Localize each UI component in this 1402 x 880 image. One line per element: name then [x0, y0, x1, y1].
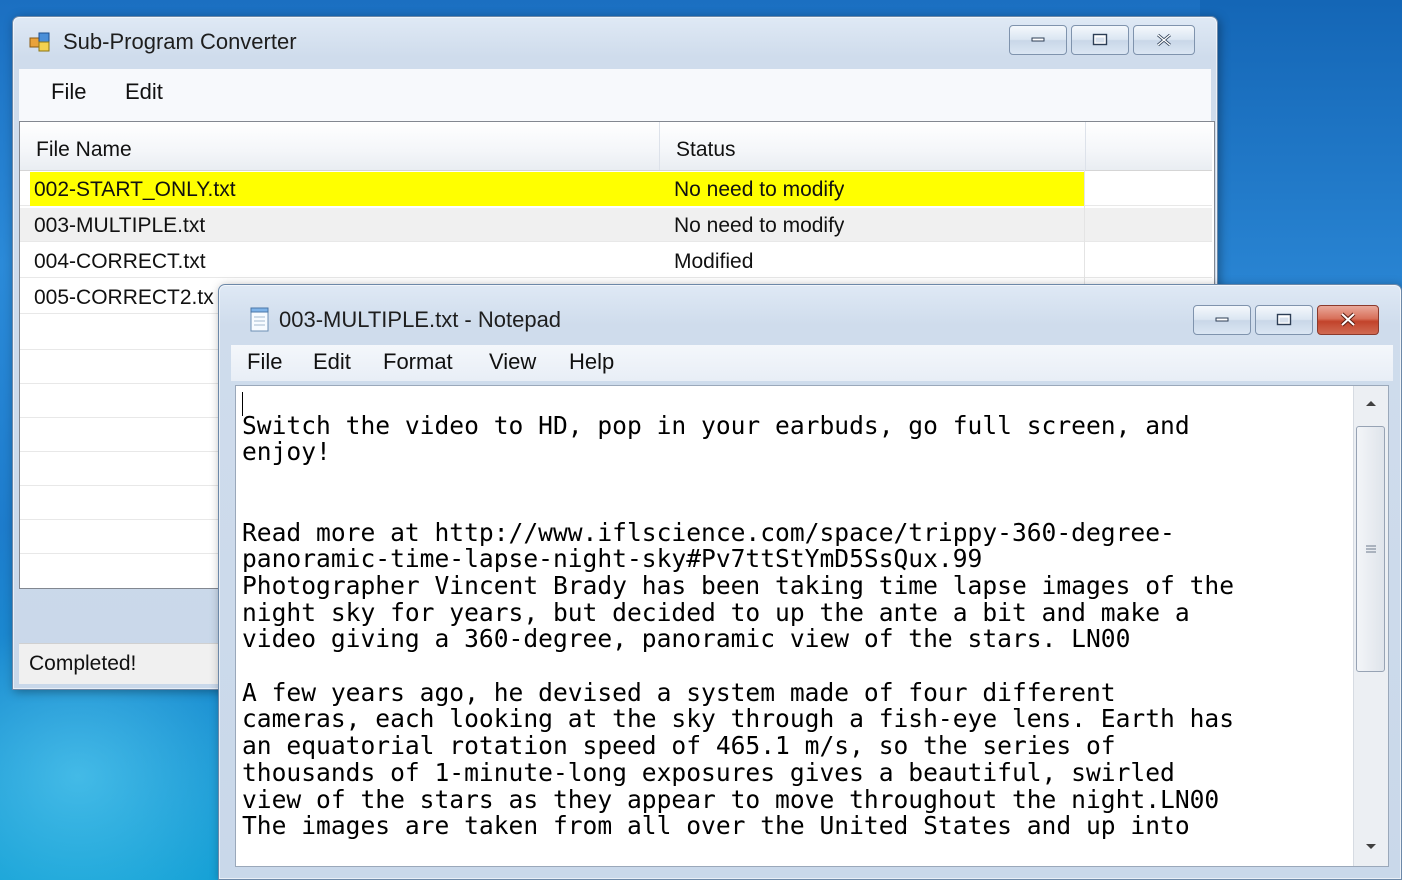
converter-titlebar[interactable]: Sub-Program Converter: [13, 17, 1217, 63]
converter-menubar: File Edit: [19, 69, 1211, 129]
list-header: File Name Status: [20, 122, 1212, 171]
column-file-name[interactable]: File Name: [20, 122, 660, 170]
notepad-menubar: File Edit Format View Help: [231, 345, 1393, 381]
vertical-scrollbar[interactable]: [1353, 386, 1388, 866]
minimize-button[interactable]: [1193, 305, 1251, 335]
table-row[interactable]: 004-CORRECT.txt Modified: [20, 244, 1212, 278]
maximize-button[interactable]: [1255, 305, 1313, 335]
close-icon: [1157, 33, 1171, 47]
menu-file[interactable]: File: [247, 349, 282, 375]
scroll-up-button[interactable]: [1354, 386, 1388, 420]
cell-file-name: 004-CORRECT.txt: [34, 250, 206, 273]
desktop-background: [1200, 0, 1402, 300]
close-button[interactable]: [1317, 305, 1379, 335]
application-icon: [29, 31, 50, 52]
status-label: Completed!: [29, 652, 137, 675]
cell-file-name: 003-MULTIPLE.txt: [34, 214, 206, 237]
menu-view[interactable]: View: [489, 349, 536, 375]
editor-text[interactable]: Switch the video to HD, pop in your earb…: [242, 386, 1352, 866]
maximize-button[interactable]: [1071, 25, 1129, 55]
window-controls: [1189, 305, 1379, 335]
maximize-icon: [1092, 33, 1108, 46]
cell-file-name: 002-START_ONLY.txt: [34, 178, 236, 201]
menu-format[interactable]: Format: [383, 349, 453, 375]
cell-file-name: 005-CORRECT2.tx: [34, 286, 214, 309]
menu-edit[interactable]: Edit: [313, 349, 351, 375]
minimize-icon: [1215, 317, 1229, 322]
scroll-down-button[interactable]: [1354, 830, 1388, 864]
grip-icon: [1365, 545, 1376, 553]
window-controls: [1005, 25, 1195, 55]
table-row[interactable]: 002-START_ONLY.txt No need to modify: [20, 172, 1212, 206]
cell-status: Modified: [674, 250, 754, 273]
maximize-icon: [1276, 313, 1292, 326]
notepad-icon: [249, 307, 271, 332]
notepad-window: 003-MULTIPLE.txt - Notepad File Edit For…: [218, 284, 1402, 880]
arrow-down-icon: [1366, 844, 1376, 849]
minimize-icon: [1031, 37, 1045, 42]
cell-status: No need to modify: [674, 214, 845, 237]
menu-help[interactable]: Help: [569, 349, 614, 375]
text-editor[interactable]: Switch the video to HD, pop in your earb…: [235, 385, 1389, 867]
column-status[interactable]: Status: [660, 122, 1086, 170]
close-button[interactable]: [1133, 25, 1195, 55]
table-row[interactable]: 003-MULTIPLE.txt No need to modify: [20, 208, 1212, 242]
arrow-up-icon: [1366, 401, 1376, 406]
menu-edit[interactable]: Edit: [125, 79, 163, 105]
scroll-thumb[interactable]: [1356, 426, 1385, 672]
window-title: Sub-Program Converter: [63, 29, 297, 54]
window-title: 003-MULTIPLE.txt - Notepad: [279, 307, 562, 332]
minimize-button[interactable]: [1009, 25, 1067, 55]
close-icon: [1340, 312, 1356, 327]
text-caret: [242, 392, 243, 416]
cell-status: No need to modify: [674, 178, 845, 201]
notepad-titlebar[interactable]: 003-MULTIPLE.txt - Notepad: [219, 285, 1401, 341]
menu-file[interactable]: File: [51, 79, 86, 105]
